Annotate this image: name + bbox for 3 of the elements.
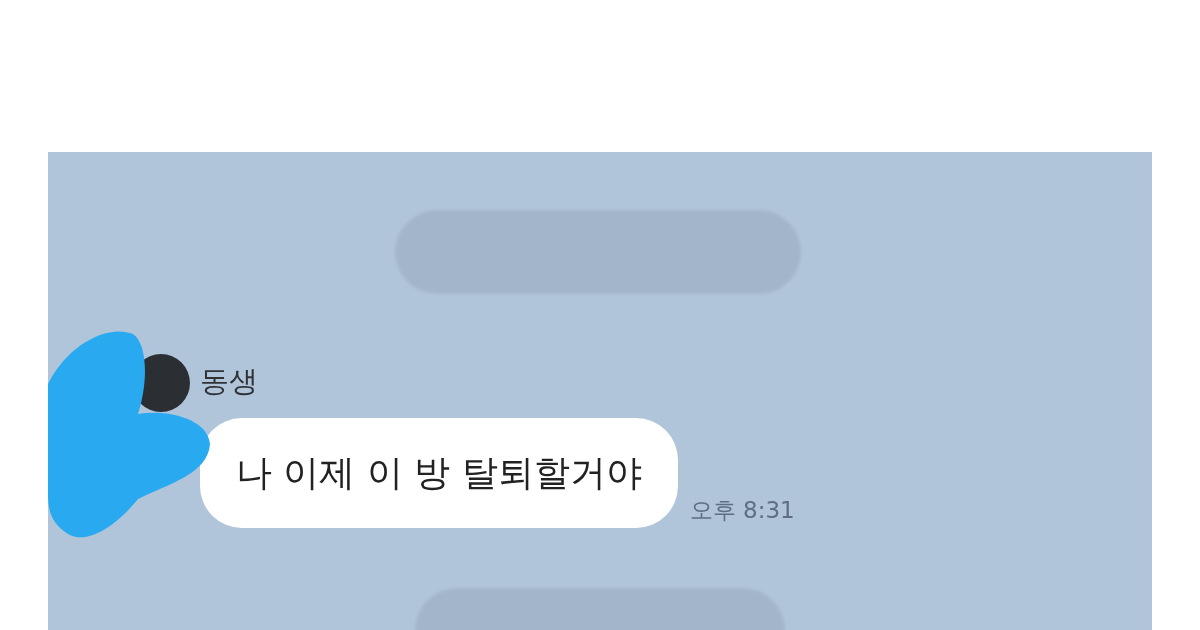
message-bubble: 나 이제 이 방 탈퇴할거야: [200, 418, 678, 528]
sender-name: 동생: [200, 363, 259, 400]
message-time: 오후 8:31: [689, 496, 795, 525]
